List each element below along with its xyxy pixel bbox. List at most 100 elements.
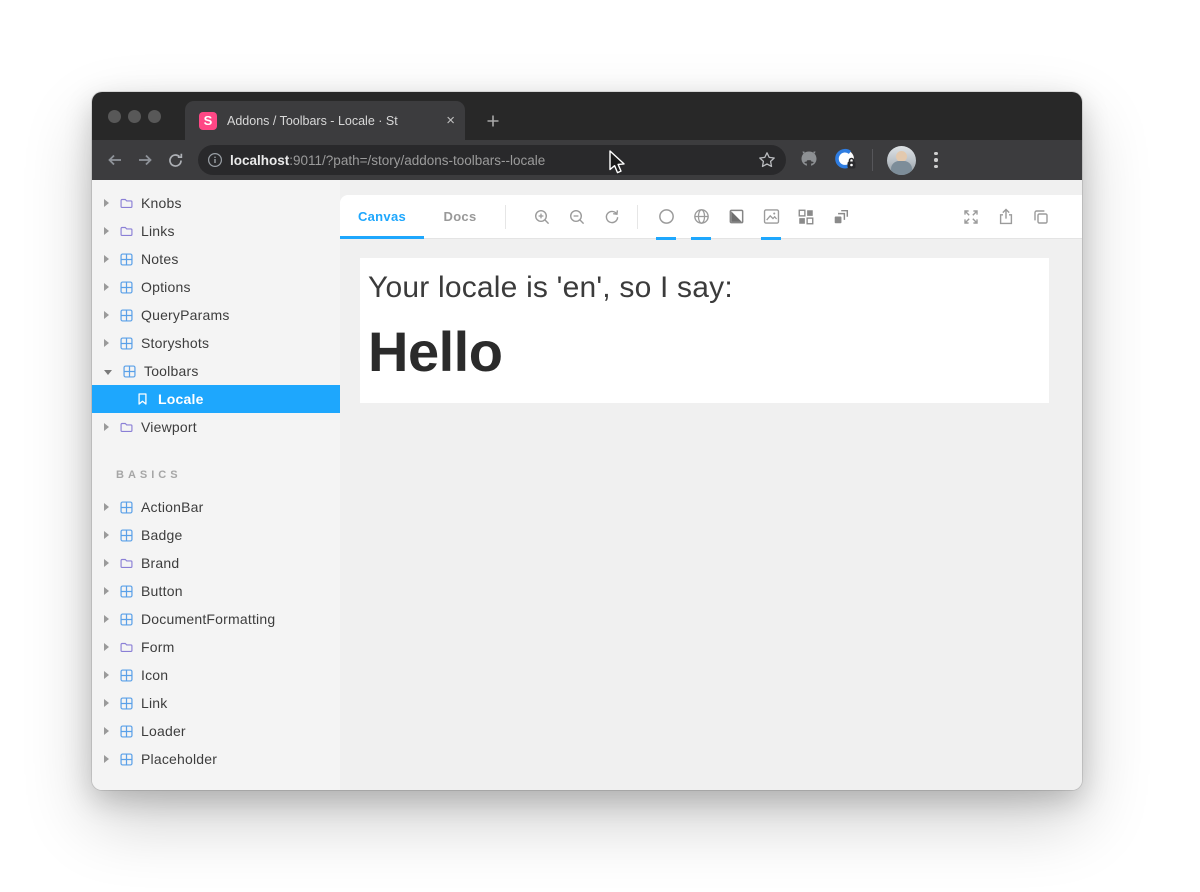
sidebar-item-label: Icon xyxy=(141,667,168,683)
chevron-right-icon[interactable] xyxy=(104,283,109,291)
zoom-out-button[interactable] xyxy=(563,203,591,231)
site-info-icon[interactable] xyxy=(207,152,223,168)
component-icon xyxy=(118,279,134,295)
sidebar-item-brand[interactable]: Brand xyxy=(92,549,340,577)
chevron-down-icon[interactable] xyxy=(104,370,112,375)
sidebar-item-label: Locale xyxy=(158,391,204,407)
blue-extension-icon[interactable] xyxy=(834,148,858,172)
sidebar-item-label: Options xyxy=(141,279,191,295)
reload-button[interactable] xyxy=(160,145,190,175)
bookmark-star-icon[interactable] xyxy=(758,151,776,169)
component-icon xyxy=(118,307,134,323)
sidebar-item-documentformatting[interactable]: DocumentFormatting xyxy=(92,605,340,633)
chevron-right-icon[interactable] xyxy=(104,531,109,539)
chevron-right-icon[interactable] xyxy=(104,423,109,431)
storybook-favicon-icon: S xyxy=(199,112,217,130)
fullscreen-button[interactable] xyxy=(957,203,985,231)
open-new-button[interactable] xyxy=(1027,203,1055,231)
sidebar-item-link[interactable]: Link xyxy=(92,689,340,717)
sidebar-item-label: ActionBar xyxy=(141,499,204,515)
share-button[interactable] xyxy=(992,203,1020,231)
globe-button[interactable] xyxy=(687,203,715,231)
toolbar-separator xyxy=(637,205,638,229)
sidebar-item-toolbars[interactable]: Toolbars xyxy=(92,357,340,385)
profile-avatar[interactable] xyxy=(887,146,916,175)
chevron-right-icon[interactable] xyxy=(104,615,109,623)
tab-docs[interactable]: Docs xyxy=(424,195,496,238)
story-intro-text: Your locale is 'en', so I say: xyxy=(368,271,1041,305)
chevron-right-icon[interactable] xyxy=(104,339,109,347)
sidebar-item-knobs[interactable]: Knobs xyxy=(92,189,340,217)
sidebar-item-queryparams[interactable]: QueryParams xyxy=(92,301,340,329)
browser-menu-button[interactable] xyxy=(930,148,942,173)
chevron-right-icon[interactable] xyxy=(104,755,109,763)
folder-icon xyxy=(118,639,134,655)
stack-button[interactable] xyxy=(827,203,855,231)
chevron-right-icon[interactable] xyxy=(104,727,109,735)
sidebar-item-form[interactable]: Form xyxy=(92,633,340,661)
sidebar-item-label: Link xyxy=(141,695,167,711)
grid-button[interactable] xyxy=(792,203,820,231)
component-icon xyxy=(121,363,137,379)
sidebar-item-label: Storyshots xyxy=(141,335,209,351)
new-tab-button[interactable] xyxy=(473,101,512,140)
sidebar-item-loader[interactable]: Loader xyxy=(92,717,340,745)
contrast-button[interactable] xyxy=(722,203,750,231)
component-icon xyxy=(118,695,134,711)
sidebar-item-label: Badge xyxy=(141,527,182,543)
traffic-lights[interactable] xyxy=(108,110,161,123)
tab-title: Addons / Toolbars - Locale · St xyxy=(227,114,439,128)
minimize-window-button[interactable] xyxy=(128,110,141,123)
chevron-right-icon[interactable] xyxy=(104,587,109,595)
forward-button[interactable] xyxy=(130,145,160,175)
chevron-right-icon[interactable] xyxy=(104,199,109,207)
sidebar-item-badge[interactable]: Badge xyxy=(92,521,340,549)
close-window-button[interactable] xyxy=(108,110,121,123)
chevron-right-icon[interactable] xyxy=(104,643,109,651)
component-icon xyxy=(118,251,134,267)
component-icon xyxy=(118,667,134,683)
toolbar-separator xyxy=(505,205,506,229)
folder-icon xyxy=(118,195,134,211)
story-message-text: Hello xyxy=(368,319,1041,384)
component-icon xyxy=(118,751,134,767)
sidebar-item-button[interactable]: Button xyxy=(92,577,340,605)
zoom-window-button[interactable] xyxy=(148,110,161,123)
storybook-sidebar: KnobsLinks Notes Options QueryParams Storysh… xyxy=(92,180,340,790)
zoom-reset-button[interactable] xyxy=(598,203,626,231)
sidebar-item-label: Notes xyxy=(141,251,179,267)
sidebar-item-storyshots[interactable]: Storyshots xyxy=(92,329,340,357)
chevron-right-icon[interactable] xyxy=(104,255,109,263)
chevron-right-icon[interactable] xyxy=(104,227,109,235)
photo-button[interactable] xyxy=(757,203,785,231)
sidebar-item-actionbar[interactable]: ActionBar xyxy=(92,493,340,521)
folder-icon xyxy=(118,223,134,239)
url-text[interactable]: localhost:9011/?path=/story/addons-toolb… xyxy=(230,153,758,168)
sidebar-item-icon[interactable]: Icon xyxy=(92,661,340,689)
url-host: localhost xyxy=(230,153,289,168)
sidebar-item-placeholder[interactable]: Placeholder xyxy=(92,745,340,773)
tab-close-icon[interactable]: × xyxy=(446,113,455,128)
chevron-right-icon[interactable] xyxy=(104,699,109,707)
sidebar-item-notes[interactable]: Notes xyxy=(92,245,340,273)
chevron-right-icon[interactable] xyxy=(104,503,109,511)
circle-button[interactable] xyxy=(652,203,680,231)
browser-tab[interactable]: S Addons / Toolbars - Locale · St × xyxy=(185,101,465,140)
navbar-separator xyxy=(872,149,873,171)
tab-canvas[interactable]: Canvas xyxy=(340,195,424,238)
address-bar[interactable]: localhost:9011/?path=/story/addons-toolb… xyxy=(198,145,786,175)
sidebar-item-options[interactable]: Options xyxy=(92,273,340,301)
story-canvas-card: Your locale is 'en', so I say: Hello xyxy=(360,258,1049,403)
chevron-right-icon[interactable] xyxy=(104,559,109,567)
sidebar-item-label: Button xyxy=(141,583,183,599)
sidebar-item-links[interactable]: Links xyxy=(92,217,340,245)
browser-navbar: localhost:9011/?path=/story/addons-toolb… xyxy=(92,140,1082,180)
sidebar-item-viewport[interactable]: Viewport xyxy=(92,413,340,441)
sidebar-story-locale[interactable]: Locale xyxy=(92,385,340,413)
zoom-in-button[interactable] xyxy=(528,203,556,231)
back-button[interactable] xyxy=(100,145,130,175)
chevron-right-icon[interactable] xyxy=(104,311,109,319)
github-extension-icon[interactable] xyxy=(798,149,820,171)
sidebar-item-label: QueryParams xyxy=(141,307,230,323)
chevron-right-icon[interactable] xyxy=(104,671,109,679)
